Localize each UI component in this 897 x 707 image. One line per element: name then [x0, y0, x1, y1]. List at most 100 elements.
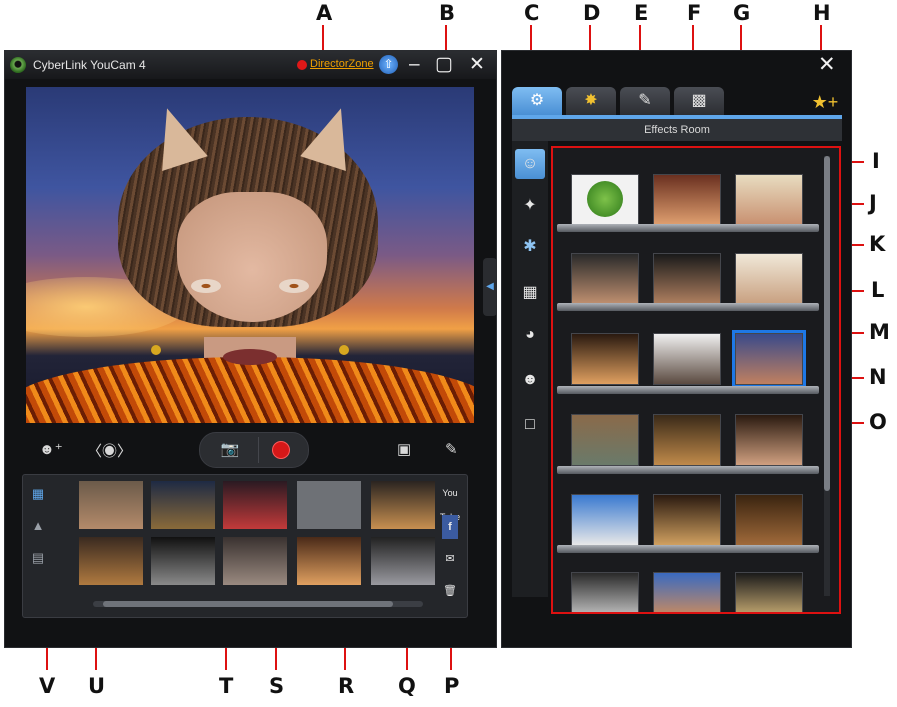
title-bar: CyberLink YouCam 4 DirectorZone ⇧ – ▢ ✕	[5, 51, 496, 79]
effect-item[interactable]	[571, 333, 639, 385]
app-logo-icon	[10, 57, 26, 73]
email-button[interactable]: ✉	[437, 547, 463, 571]
effects-window: ✕ ⚙ ✸ ✎ ▩ ★+ Effects Room ☺ ✦ ✱ ▦ ◕ ☻ □	[501, 50, 852, 648]
callout-t: T	[219, 674, 234, 698]
effect-item[interactable]	[653, 333, 721, 385]
effect-item[interactable]	[735, 253, 803, 305]
effect-item[interactable]	[571, 494, 639, 546]
view-list-icon[interactable]: ▤	[27, 547, 49, 569]
delete-button[interactable]: 🗑	[437, 579, 463, 603]
callout-s: S	[269, 674, 285, 698]
effects-scroll-thumb[interactable]	[824, 156, 830, 491]
effect-item[interactable]	[735, 494, 803, 546]
shelf	[557, 303, 819, 311]
facebook-upload-button[interactable]: f	[442, 515, 458, 539]
minimize-button[interactable]: –	[409, 54, 420, 76]
library-thumb[interactable]	[223, 481, 287, 529]
edit-eraser-icon[interactable]: ✎	[445, 440, 458, 458]
tab-brush[interactable]: ✎	[620, 87, 670, 115]
category-avatar-icon[interactable]: ☺	[515, 149, 545, 179]
library-thumb[interactable]	[371, 481, 435, 529]
category-frame-icon[interactable]: ▦	[515, 278, 545, 308]
callout-r: R	[338, 674, 355, 698]
effect-item[interactable]	[735, 414, 803, 466]
effect-item[interactable]	[571, 174, 639, 226]
library-scroll-thumb[interactable]	[103, 601, 393, 607]
fullscreen-button[interactable]: ▢	[435, 54, 453, 76]
record-button[interactable]	[258, 437, 303, 463]
callout-g: G	[733, 1, 751, 25]
category-magic-wand-icon[interactable]: ✦	[515, 191, 545, 221]
library-thumb[interactable]	[371, 537, 435, 585]
director-zone-link[interactable]: DirectorZone	[310, 58, 374, 70]
library-thumb[interactable]	[79, 481, 143, 529]
library-thumb[interactable]	[297, 537, 361, 585]
library-thumb[interactable]	[223, 537, 287, 585]
effect-item[interactable]	[653, 174, 721, 226]
library-thumb[interactable]	[297, 481, 361, 529]
earring-right	[339, 345, 349, 355]
effects-room-label: Effects Room	[512, 119, 842, 141]
callout-h: H	[813, 1, 831, 25]
callout-b: B	[439, 1, 456, 25]
category-particle-icon[interactable]: ✱	[515, 232, 545, 262]
director-zone-icon	[297, 60, 307, 70]
shelf	[557, 386, 819, 394]
video-settings-icon[interactable]: ▣	[397, 440, 411, 458]
effect-item-selected[interactable]	[732, 330, 806, 388]
feather-boa	[26, 357, 474, 423]
media-library: ▦ ▲ ▤ You Tube f ✉ 🗑	[22, 474, 468, 618]
effects-scrollbar[interactable]	[824, 156, 830, 596]
capture-control: 📷	[199, 432, 309, 468]
shelf	[557, 545, 819, 553]
callout-j: J	[869, 191, 877, 215]
view-thumbnails-icon[interactable]: ▦	[27, 483, 49, 505]
avatar-eye-left	[191, 279, 221, 293]
main-window: CyberLink YouCam 4 DirectorZone ⇧ – ▢ ✕ …	[4, 50, 497, 648]
shelf	[557, 224, 819, 232]
category-mask-icon[interactable]: ◕	[515, 320, 545, 350]
upgrade-button[interactable]: ⇧	[379, 55, 398, 74]
effect-item[interactable]	[653, 253, 721, 305]
callout-q: Q	[398, 674, 416, 698]
library-thumb[interactable]	[151, 481, 215, 529]
effect-item[interactable]	[571, 414, 639, 466]
library-thumb[interactable]	[79, 537, 143, 585]
callout-u: U	[88, 674, 106, 698]
callout-p: P	[444, 674, 460, 698]
effect-item[interactable]	[735, 572, 803, 612]
close-button[interactable]: ✕	[469, 54, 485, 76]
avatar-lips	[223, 349, 277, 365]
callout-c: C	[524, 1, 540, 25]
effect-item[interactable]	[653, 414, 721, 466]
preview-eye-icon[interactable]: 〈◉〉	[87, 440, 132, 461]
effect-item[interactable]	[653, 494, 721, 546]
shelf	[557, 466, 819, 474]
effect-item[interactable]	[571, 572, 639, 612]
effect-item[interactable]	[653, 572, 721, 612]
library-thumb[interactable]	[151, 537, 215, 585]
effect-item[interactable]	[571, 253, 639, 305]
add-effect-icon[interactable]: ★+	[810, 89, 840, 115]
youtube-upload-button[interactable]: You Tube	[437, 481, 463, 522]
category-emotion-icon[interactable]: ☻	[515, 365, 545, 395]
callout-k: K	[869, 232, 886, 256]
effects-close-button[interactable]: ✕	[818, 52, 836, 77]
callout-o: O	[869, 410, 887, 434]
category-scene-icon[interactable]: □	[515, 410, 545, 440]
record-icon	[273, 442, 289, 458]
face-tracking-icon[interactable]: ☻⁺	[39, 440, 63, 458]
globe-download-icon	[587, 181, 623, 217]
snapshot-button[interactable]: 📷	[208, 437, 252, 463]
webcam-preview	[26, 87, 474, 423]
tab-effects[interactable]: ⚙	[512, 87, 562, 115]
tab-emotion[interactable]: ▩	[674, 87, 724, 115]
view-filter-icon[interactable]: ▲	[27, 515, 49, 537]
library-scrollbar[interactable]	[93, 601, 423, 607]
effect-item[interactable]	[735, 174, 803, 226]
effects-grid	[551, 146, 841, 614]
collapse-panel-handle[interactable]: ◀	[483, 258, 497, 316]
callout-f: F	[687, 1, 702, 25]
callout-i: I	[872, 149, 880, 173]
tab-magic[interactable]: ✸	[566, 87, 616, 115]
